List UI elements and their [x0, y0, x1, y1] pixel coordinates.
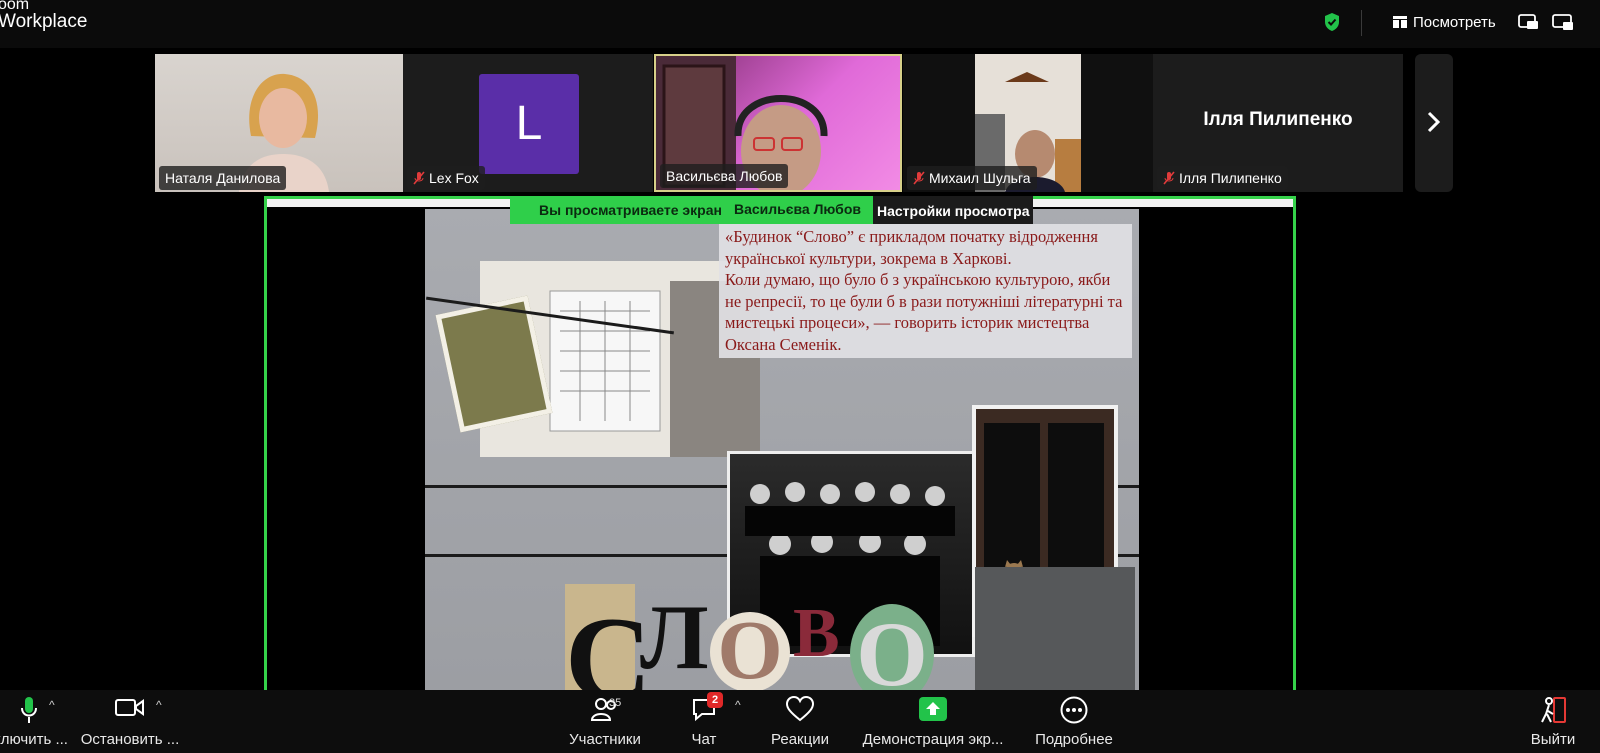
app-logo: oom Workplace — [0, 0, 88, 32]
muted-mic-icon — [913, 171, 925, 185]
participant-tile[interactable]: Наталя Данилова — [155, 54, 403, 192]
view-settings-button[interactable]: Настройки просмотра — [873, 196, 1034, 224]
heart-icon — [786, 696, 814, 722]
participant-name: Lex Fox — [407, 166, 485, 190]
slide-quote: «Будинок “Слово” є прикладом початку від… — [719, 224, 1132, 358]
chat-options-chevron-icon[interactable]: ^ — [735, 698, 741, 712]
grid-view-icon — [1393, 16, 1407, 28]
next-page-button[interactable] — [1415, 54, 1453, 192]
participant-name: Наталя Данилова — [159, 166, 287, 190]
top-separator — [1361, 10, 1362, 36]
presenter-name: Васильєва Любов — [729, 196, 873, 224]
viewing-screen-label: Вы просматриваете экран — [510, 196, 730, 224]
top-bar: oom Workplace Посмотреть — [0, 0, 1600, 48]
participant-name: Васильєва Любов — [660, 164, 789, 188]
participant-tile-active[interactable]: Васильєва Любов — [654, 54, 902, 192]
presentation-slide: «Будинок “Слово” є прикладом початку від… — [425, 209, 1139, 753]
picture-in-picture-icon[interactable] — [1518, 13, 1540, 31]
participants-strip: Наталя Данилова L Lex Fox Васильєва Любо… — [0, 54, 1600, 194]
video-camera-icon — [115, 699, 144, 716]
shared-screen[interactable]: «Будинок “Слово” є прикладом початку від… — [264, 196, 1296, 753]
reactions-button[interactable]: Реакции — [766, 690, 834, 753]
mic-options-chevron-icon[interactable]: ^ — [49, 698, 55, 712]
chat-unread-badge: 2 — [707, 692, 723, 708]
more-icon — [1060, 696, 1088, 724]
leave-button[interactable]: Выйти — [1528, 690, 1578, 753]
participant-name: Михаил Шульга — [907, 166, 1037, 190]
leave-icon — [1541, 697, 1566, 723]
sharing-banner: Вы просматриваете экран Васильєва Любов … — [510, 196, 1034, 224]
more-button[interactable]: Подробнее — [1034, 690, 1114, 753]
fullscreen-exit-icon[interactable] — [1552, 13, 1574, 31]
share-screen-icon — [919, 697, 947, 721]
chat-button[interactable]: 2 Чат — [680, 690, 728, 753]
share-screen-button[interactable]: Демонстрация экр... — [862, 690, 1004, 753]
encryption-shield-icon[interactable] — [1323, 12, 1341, 32]
chevron-right-icon — [1427, 111, 1441, 133]
microphone-icon — [21, 697, 37, 723]
view-button[interactable]: Посмотреть — [1393, 11, 1496, 33]
muted-mic-icon — [1163, 171, 1175, 185]
participant-display-name: Ілля Пилипенко — [1203, 109, 1353, 130]
participant-tile[interactable]: L Lex Fox — [403, 54, 653, 192]
stop-video-button[interactable]: Остановить ... — [80, 690, 180, 753]
avatar: L — [479, 74, 579, 174]
participants-count: 35 — [609, 697, 622, 709]
video-options-chevron-icon[interactable]: ^ — [156, 698, 162, 712]
participant-tile[interactable]: Михаил Шульга — [903, 54, 1153, 192]
muted-mic-icon — [413, 171, 425, 185]
participant-tile[interactable]: Ілля Пилипенко Ілля Пилипенко — [1153, 54, 1403, 192]
participants-button[interactable]: 35 Участники — [564, 690, 646, 753]
participant-name: Ілля Пилипенко — [1157, 166, 1288, 190]
letter: О — [850, 604, 934, 704]
letter: О — [710, 609, 790, 693]
meeting-toolbar: ключить ... ^ Остановить ... ^ 35 Участн… — [0, 690, 1600, 753]
letter: В — [793, 595, 840, 672]
letter: Л — [640, 586, 709, 688]
